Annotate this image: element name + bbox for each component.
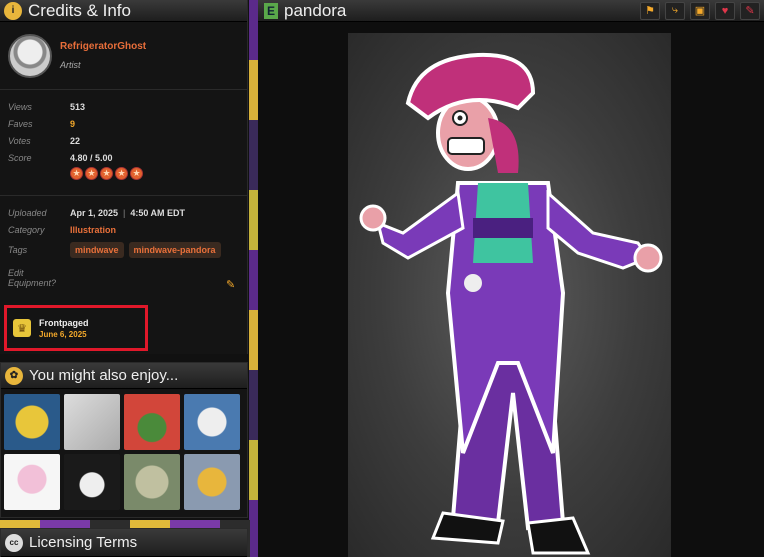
- stat-value: 22: [70, 136, 81, 146]
- stat-label: Views: [8, 102, 32, 112]
- licensing-title: Licensing Terms: [29, 534, 138, 551]
- stat-votes: Votes 22: [8, 136, 239, 146]
- artwork-area: [258, 22, 764, 557]
- meta-edit-equipment: Edit Equipment?: [8, 268, 239, 288]
- artwork-icon: E: [264, 2, 278, 19]
- rating-stars: ★ ★ ★ ★ ★: [70, 167, 143, 180]
- thumbnail[interactable]: [184, 454, 240, 510]
- star-icon: ★: [130, 167, 143, 180]
- info-icon: i: [4, 1, 22, 20]
- credits-title: Credits & Info: [28, 0, 131, 20]
- artist-card[interactable]: RefrigeratorGhost Artist: [0, 22, 247, 90]
- thumbnail[interactable]: [184, 394, 240, 450]
- share-icon[interactable]: ⤷: [665, 1, 685, 20]
- frontpaged-date: June 6, 2025: [39, 329, 87, 339]
- tag-mindwave-pandora[interactable]: mindwave-pandora: [128, 242, 221, 258]
- star-icon: ★: [85, 167, 98, 180]
- meta-label: Uploaded: [8, 208, 47, 218]
- stat-label: Faves: [8, 119, 33, 129]
- meta-label: Tags: [8, 245, 28, 255]
- heart-icon[interactable]: ♥: [715, 1, 735, 20]
- edit-icon[interactable]: ✎: [740, 1, 760, 20]
- stat-value: 4.80 / 5.00: [70, 153, 113, 163]
- decorative-stripes: [249, 0, 258, 557]
- pencil-icon[interactable]: ✎: [226, 278, 235, 291]
- flag-icon[interactable]: ⚑: [640, 1, 660, 20]
- meta-category: Category Illustration: [8, 225, 239, 235]
- enjoy-panel: ✿ You might also enjoy...: [0, 362, 248, 518]
- thumbnail[interactable]: [4, 454, 60, 510]
- frontpaged-title: Frontpaged: [39, 317, 89, 328]
- creative-commons-icon: cc: [5, 533, 23, 552]
- upload-time: 4:50 AM EDT: [130, 208, 186, 218]
- meta-section: Uploaded Apr 1, 2025 | 4:50 AM EDT Categ…: [0, 196, 247, 288]
- action-bar: ⚑ ⤷ ▣ ♥ ✎: [640, 1, 764, 20]
- thumbnail[interactable]: [64, 394, 120, 450]
- artwork-illustration: [359, 52, 663, 555]
- thumbnail[interactable]: [124, 394, 180, 450]
- stat-faves: Faves 9: [8, 119, 239, 129]
- main-header: E pandora ⚑ ⤷ ▣ ♥ ✎: [258, 0, 764, 22]
- thumbnail[interactable]: [124, 454, 180, 510]
- category-link[interactable]: Illustration: [70, 225, 116, 235]
- licensing-header[interactable]: cc Licensing Terms: [1, 529, 247, 557]
- stats-section: Views 513 Faves 9 Votes 22 Score 4.80 / …: [0, 90, 247, 196]
- avatar[interactable]: [8, 33, 52, 78]
- separator: |: [123, 208, 126, 218]
- credits-header: i Credits & Info: [0, 0, 247, 22]
- star-icon: ★: [115, 167, 128, 180]
- artist-name[interactable]: RefrigeratorGhost: [60, 41, 146, 52]
- artwork-title: pandora: [284, 0, 347, 20]
- artist-role: Artist: [60, 60, 81, 70]
- artwork-image[interactable]: [348, 33, 671, 557]
- thumbnail[interactable]: [64, 454, 120, 510]
- collection-icon[interactable]: ▣: [690, 1, 710, 20]
- stat-label: Score: [8, 153, 32, 163]
- meta-label: Category: [8, 225, 45, 235]
- licensing-panel[interactable]: cc Licensing Terms: [0, 528, 248, 557]
- upload-date: Apr 1, 2025: [70, 208, 119, 218]
- thumbnail[interactable]: [4, 394, 60, 450]
- stat-value[interactable]: 9: [70, 119, 75, 129]
- stat-score: Score 4.80 / 5.00 ★ ★ ★ ★ ★: [8, 153, 239, 180]
- star-icon: ★: [70, 167, 83, 180]
- credits-panel: i Credits & Info RefrigeratorGhost Artis…: [0, 0, 248, 354]
- enjoy-title: You might also enjoy...: [29, 367, 179, 384]
- meta-tags: Tags mindwave mindwave-pandora: [8, 242, 239, 258]
- meta-uploaded: Uploaded Apr 1, 2025 | 4:50 AM EDT: [8, 208, 239, 218]
- edit-equipment-label[interactable]: Edit Equipment?: [8, 268, 68, 288]
- trophy-icon: ♛: [13, 319, 31, 337]
- thumbnail-grid: [1, 389, 247, 515]
- palette-icon: ✿: [5, 366, 23, 385]
- stat-views: Views 513: [8, 102, 239, 112]
- stat-value: 513: [70, 102, 86, 112]
- enjoy-header: ✿ You might also enjoy...: [1, 363, 247, 389]
- frontpaged-badge: ♛ Frontpaged June 6, 2025: [4, 305, 148, 351]
- star-icon: ★: [100, 167, 113, 180]
- stat-label: Votes: [8, 136, 31, 146]
- tag-mindwave[interactable]: mindwave: [70, 242, 124, 258]
